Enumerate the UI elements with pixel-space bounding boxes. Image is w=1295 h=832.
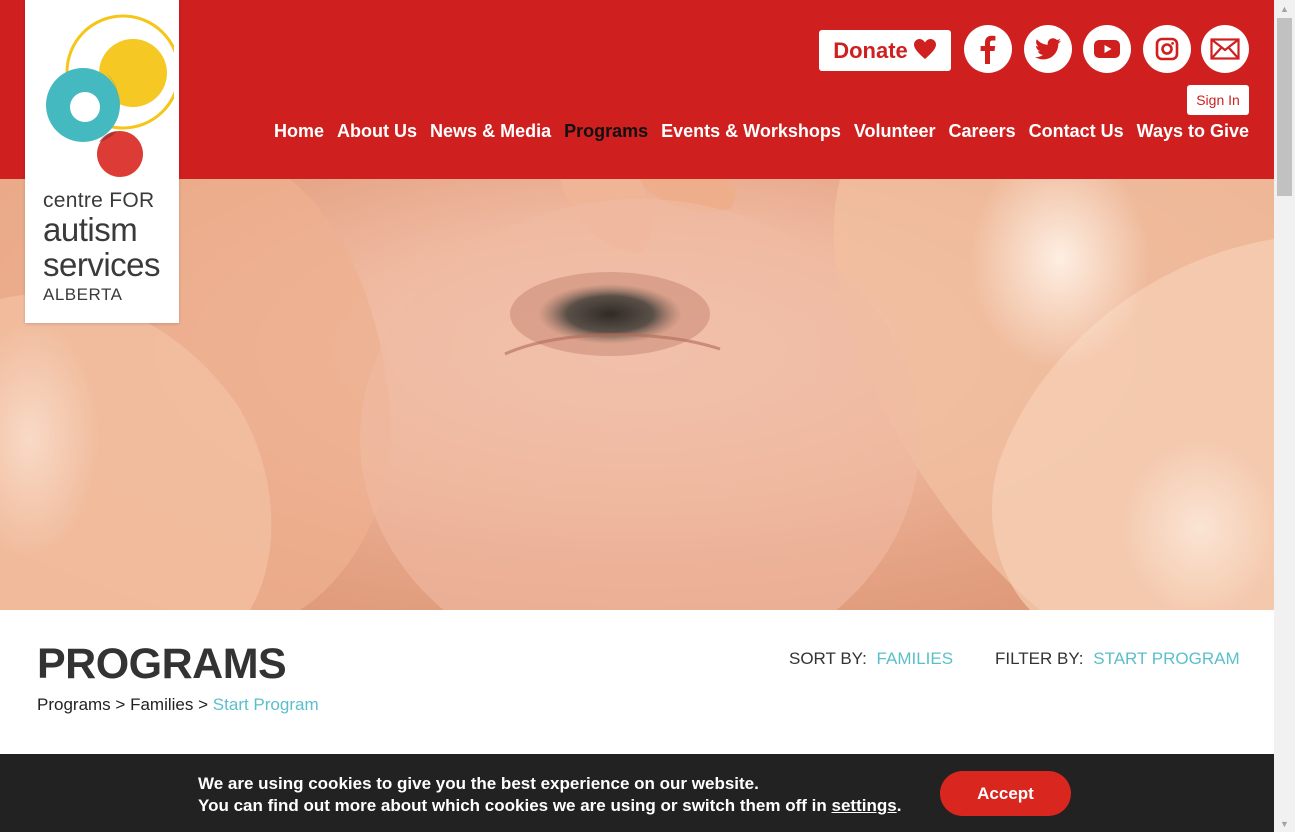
facebook-icon bbox=[980, 35, 996, 64]
cookie-settings-link[interactable]: settings bbox=[832, 796, 897, 815]
donate-button[interactable]: Donate bbox=[819, 30, 951, 71]
breadcrumb-separator: > bbox=[115, 695, 126, 714]
logo-line-1: centre FOR bbox=[43, 189, 155, 212]
cookie-line-1: We are using cookies to give you the bes… bbox=[198, 774, 759, 793]
cookie-line-2: You can find out more about which cookie… bbox=[198, 795, 901, 817]
nav-about-us[interactable]: About Us bbox=[337, 121, 417, 142]
cookie-line-2-end: . bbox=[896, 796, 902, 815]
youtube-icon bbox=[1094, 40, 1120, 58]
heart-icon bbox=[913, 38, 936, 59]
twitter-icon bbox=[1035, 38, 1061, 60]
breadcrumb-families[interactable]: Families bbox=[130, 695, 193, 714]
scroll-down-arrow-icon[interactable]: ▼ bbox=[1274, 815, 1295, 832]
site-header: Donate Sign In Home About Us News & Medi… bbox=[0, 0, 1274, 179]
sort-by-label: SORT BY: bbox=[789, 649, 867, 668]
hero-image bbox=[0, 179, 1274, 610]
instagram-icon bbox=[1155, 37, 1179, 61]
logo-line-4: ALBERTA bbox=[43, 285, 123, 304]
sort-by-dropdown[interactable]: FAMILIES bbox=[877, 649, 954, 668]
facebook-link[interactable] bbox=[964, 25, 1012, 73]
sign-in-button[interactable]: Sign In bbox=[1187, 85, 1249, 115]
page-title: PROGRAMS bbox=[37, 640, 287, 688]
cookie-message: We are using cookies to give you the bes… bbox=[198, 773, 901, 817]
page-scrollbar[interactable]: ▲ ▼ bbox=[1274, 0, 1295, 832]
sign-in-label: Sign In bbox=[1196, 92, 1240, 108]
sort-by-control: SORT BY: FAMILIES bbox=[789, 649, 953, 669]
donate-label: Donate bbox=[833, 37, 908, 63]
breadcrumb-current[interactable]: Start Program bbox=[213, 695, 319, 714]
logo-wordmark: centre FOR autism services ALBERTA bbox=[43, 189, 161, 304]
twitter-link[interactable] bbox=[1024, 25, 1072, 73]
scroll-up-arrow-icon[interactable]: ▲ bbox=[1274, 0, 1295, 17]
main-nav: Home About Us News & Media Programs Even… bbox=[274, 121, 1249, 142]
breadcrumb: Programs > Families > Start Program bbox=[37, 695, 319, 715]
site-logo[interactable]: centre FOR autism services ALBERTA bbox=[25, 0, 179, 323]
email-link[interactable] bbox=[1201, 25, 1249, 73]
logo-circles-icon bbox=[46, 14, 174, 177]
breadcrumb-separator: > bbox=[198, 695, 209, 714]
email-icon bbox=[1210, 38, 1240, 60]
nav-events-workshops[interactable]: Events & Workshops bbox=[661, 121, 841, 142]
logo-line-3: services bbox=[43, 246, 161, 283]
scrollbar-thumb[interactable] bbox=[1277, 18, 1292, 196]
youtube-link[interactable] bbox=[1083, 25, 1131, 73]
filter-by-label: FILTER BY: bbox=[995, 649, 1084, 668]
logo-line-2: autism bbox=[43, 211, 138, 248]
accept-label: Accept bbox=[977, 783, 1034, 803]
nav-home[interactable]: Home bbox=[274, 121, 324, 142]
hero-photo bbox=[0, 179, 1274, 610]
nav-contact-us[interactable]: Contact Us bbox=[1029, 121, 1124, 142]
filter-by-dropdown[interactable]: START PROGRAM bbox=[1093, 649, 1239, 668]
nav-volunteer[interactable]: Volunteer bbox=[854, 121, 936, 142]
nav-programs[interactable]: Programs bbox=[564, 121, 648, 142]
instagram-link[interactable] bbox=[1143, 25, 1191, 73]
cookie-line-2-text: You can find out more about which cookie… bbox=[198, 796, 827, 815]
breadcrumb-programs[interactable]: Programs bbox=[37, 695, 111, 714]
cookie-banner: We are using cookies to give you the bes… bbox=[0, 754, 1274, 832]
nav-news-media[interactable]: News & Media bbox=[430, 121, 551, 142]
filter-by-control: FILTER BY: START PROGRAM bbox=[995, 649, 1240, 669]
nav-careers[interactable]: Careers bbox=[949, 121, 1016, 142]
accept-cookies-button[interactable]: Accept bbox=[940, 771, 1071, 816]
nav-ways-to-give[interactable]: Ways to Give bbox=[1137, 121, 1249, 142]
